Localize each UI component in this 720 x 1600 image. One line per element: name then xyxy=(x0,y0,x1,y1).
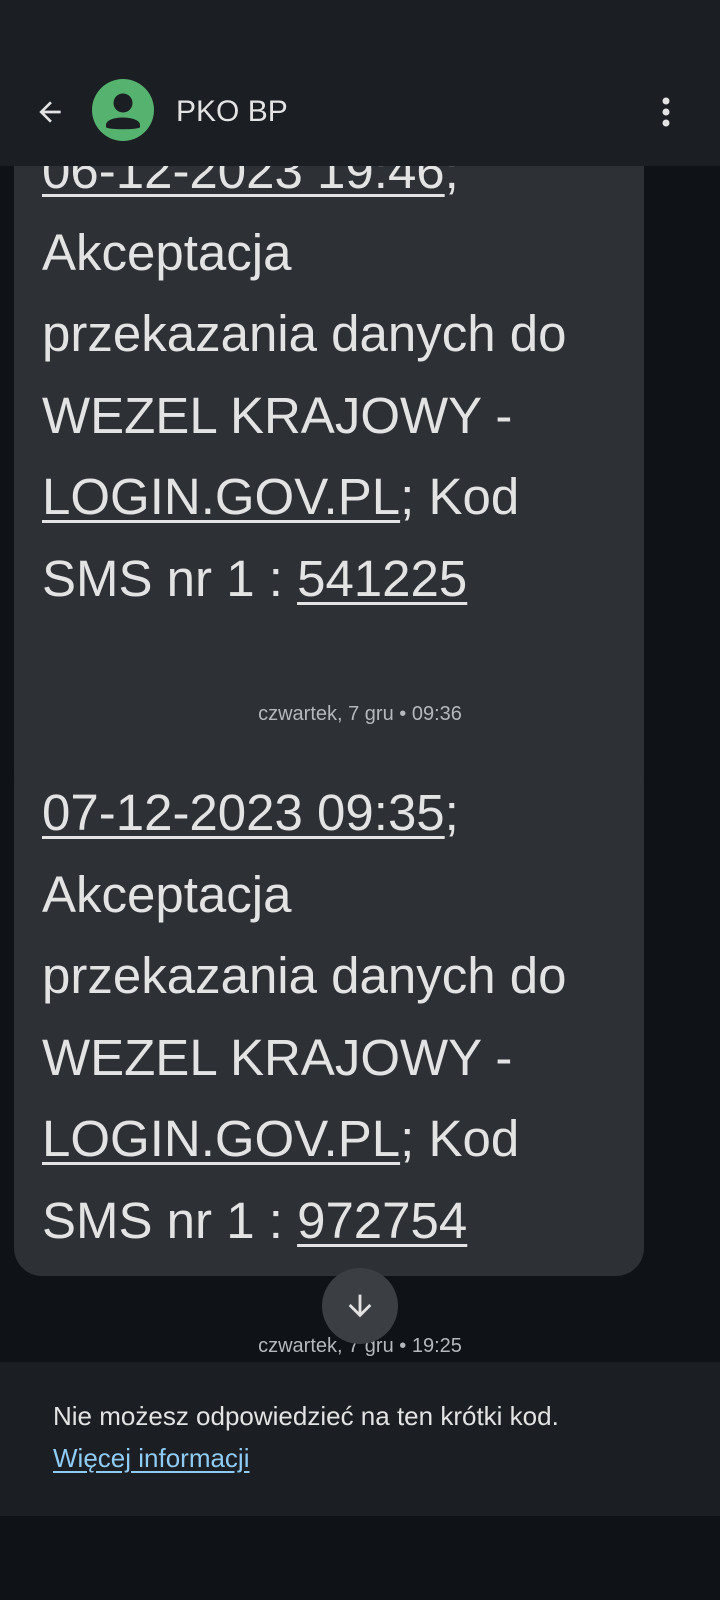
navigation-bar-area xyxy=(0,1516,720,1600)
arrow-down-icon xyxy=(348,1294,372,1318)
reply-disabled-notice: Nie możesz odpowiedzieć na ten krótki ko… xyxy=(53,1401,559,1431)
app-bar: PKO BP xyxy=(0,60,720,166)
more-vert-icon xyxy=(662,97,670,127)
date-link[interactable]: 06-12-2023 19:46 xyxy=(42,166,445,199)
message-line: WEZEL KRAJOWY - xyxy=(42,1028,513,1086)
message-line: 07-12-2023 09:35; xyxy=(42,772,616,854)
more-options-button[interactable] xyxy=(646,86,686,138)
message-text: ; Kod xyxy=(400,468,520,525)
message-text: ; xyxy=(444,784,459,841)
message-line: LOGIN.GOV.PL; Kod xyxy=(42,456,616,538)
reply-disabled-banner: Nie możesz odpowiedzieć na ten krótki ko… xyxy=(0,1362,720,1516)
url-link[interactable]: LOGIN.GOV.PL xyxy=(42,468,400,525)
message-line: LOGIN.GOV.PL; Kod xyxy=(42,1098,616,1180)
message-text: ; Kod xyxy=(400,1110,520,1167)
arrow-left-icon xyxy=(39,101,61,123)
message-line: 06-12-2023 19:46; xyxy=(42,166,616,212)
message-line: przekazania danych do xyxy=(42,947,567,1004)
message-line: WEZEL KRAJOWY - xyxy=(42,386,513,444)
date-separator: czwartek, 7 gru • 09:36 xyxy=(258,703,462,725)
message-thread[interactable]: 06-12-2023 19:46; Akceptacja przekazania… xyxy=(0,166,720,1362)
url-link[interactable]: LOGIN.GOV.PL xyxy=(42,1110,400,1167)
message-bubble[interactable]: 07-12-2023 09:35; Akceptacja przekazania… xyxy=(14,756,644,1276)
message-line: SMS nr 1 : 541225 xyxy=(42,538,616,620)
code-link[interactable]: 541225 xyxy=(297,550,467,607)
back-button[interactable] xyxy=(24,86,76,138)
message-line: przekazania danych do xyxy=(42,305,567,362)
contact-avatar[interactable] xyxy=(92,79,154,141)
message-text: SMS nr 1 : xyxy=(42,1191,298,1249)
screen: PKO BP 06-12-2023 19:46; Akceptacja prze… xyxy=(0,0,720,1600)
scroll-to-bottom-button[interactable] xyxy=(322,1268,398,1344)
message-line: Akceptacja xyxy=(42,865,292,923)
date-link[interactable]: 07-12-2023 09:35 xyxy=(42,784,445,841)
person-icon xyxy=(106,93,140,130)
status-bar xyxy=(0,0,720,60)
more-info-link[interactable]: Więcej informacji xyxy=(53,1438,250,1478)
message-line: SMS nr 1 : 972754 xyxy=(42,1180,616,1262)
message-text: SMS nr 1 : xyxy=(42,549,298,607)
contact-name[interactable]: PKO BP xyxy=(176,92,288,132)
message-text: ; xyxy=(444,166,459,199)
code-link[interactable]: 972754 xyxy=(297,1192,467,1249)
message-line: Akceptacja xyxy=(42,223,292,281)
